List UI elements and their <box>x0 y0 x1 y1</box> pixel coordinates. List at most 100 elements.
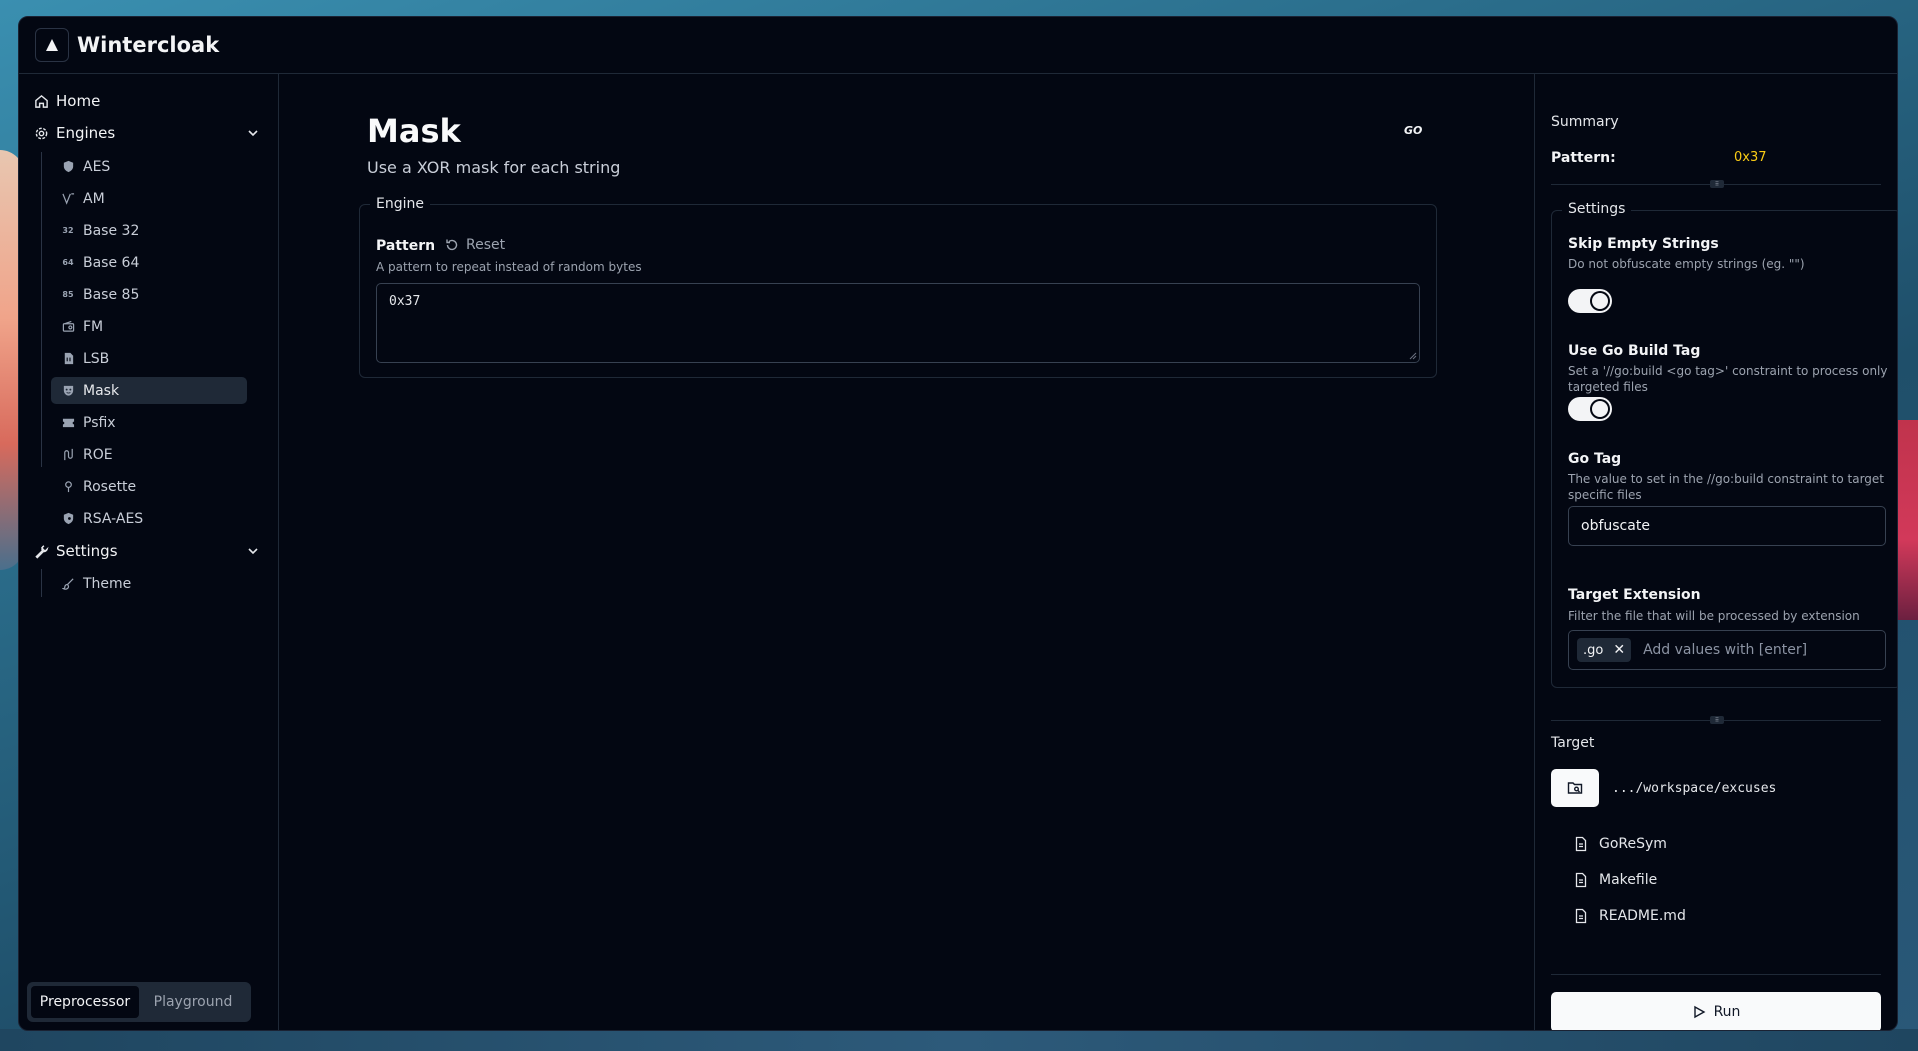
wallpaper-bottom <box>0 1029 1918 1051</box>
summary-pattern-value: 0x37 <box>1734 150 1767 165</box>
settings-fieldset: Settings Skip Empty Strings Do not obfus… <box>1551 201 1897 688</box>
app-title: Wintercloak <box>77 33 220 57</box>
target-extension-input[interactable]: .go ✕ Add values with [enter] <box>1568 630 1886 670</box>
sidebar-item-label: ROE <box>83 446 113 463</box>
target-extension-label: Target Extension <box>1568 587 1701 603</box>
wrench-icon <box>33 543 49 559</box>
browse-folder-button[interactable] <box>1551 769 1599 807</box>
sidebar-item-label: Home <box>56 92 101 110</box>
go-tag-description: The value to set in the //go:build const… <box>1568 472 1885 502</box>
page-title: Mask <box>367 112 461 150</box>
engine-legend: Engine <box>370 196 430 212</box>
sidebar-item-am[interactable]: AM <box>51 185 247 212</box>
extension-chip: .go ✕ <box>1577 638 1632 662</box>
sidebar-item-label: LSB <box>83 350 110 367</box>
mode-playground-button[interactable]: Playground <box>139 986 247 1018</box>
file-binary-icon <box>61 352 75 366</box>
summary-heading: Summary <box>1551 114 1619 130</box>
sidebar-item-roe[interactable]: ROE <box>51 441 247 468</box>
wallpaper-right <box>1898 420 1918 620</box>
ticket-icon <box>61 416 75 430</box>
sidebar-item-aes[interactable]: AES <box>51 153 247 180</box>
brush-icon <box>61 577 75 591</box>
go-tag-label: Go Tag <box>1568 451 1622 467</box>
target-extension-description: Filter the file that will be processed b… <box>1568 609 1860 623</box>
sidebar-item-label: Base 32 <box>83 222 140 239</box>
file-item[interactable]: GoReSym <box>1573 836 1667 852</box>
sidebar-item-mask[interactable]: Mask <box>51 377 247 404</box>
sidebar-item-base64[interactable]: 64 Base 64 <box>51 249 247 276</box>
go-logo-icon: GO <box>1404 124 1423 137</box>
go-tag-input[interactable]: obfuscate <box>1568 506 1886 546</box>
sidebar-item-base85[interactable]: 85 Base 85 <box>51 281 247 308</box>
pattern-description: A pattern to repeat instead of random by… <box>376 260 642 274</box>
pattern-value: 0x37 <box>389 294 421 309</box>
triangle-logo-icon <box>46 39 58 51</box>
sidebar-item-label: Mask <box>83 382 120 399</box>
sidebar-item-label: Psfix <box>83 414 116 431</box>
mode-preprocessor-button[interactable]: Preprocessor <box>31 986 139 1018</box>
file-icon <box>1575 836 1587 852</box>
extension-placeholder: Add values with [enter] <box>1643 642 1808 658</box>
sidebar-item-lsb[interactable]: LSB <box>51 345 247 372</box>
reset-icon <box>446 239 458 251</box>
base64-icon: 64 <box>62 258 74 267</box>
sidebar-item-label: RSA-AES <box>83 510 144 527</box>
sidebar-item-label: Theme <box>83 575 132 592</box>
file-item[interactable]: README.md <box>1573 908 1686 924</box>
chevron-down-icon <box>248 130 258 137</box>
sidebar-item-label: Rosette <box>83 478 137 495</box>
engine-fieldset: Engine Pattern Reset A pattern to repeat… <box>359 196 1437 378</box>
sidebar-item-label: Base 64 <box>83 254 140 271</box>
build-tag-label: Use Go Build Tag <box>1568 343 1701 359</box>
settings-legend: Settings <box>1562 201 1632 217</box>
mode-switch: Preprocessor Playground <box>27 982 251 1022</box>
sidebar-item-rsa-aes[interactable]: RSA-AES <box>51 505 247 532</box>
app-window: Wintercloak Home Engines AES AM 32 Base … <box>18 16 1898 1031</box>
run-label: Run <box>1713 1004 1741 1020</box>
resize-handle-icon[interactable]: ⠿ <box>1710 716 1724 724</box>
shield-icon <box>61 160 75 174</box>
home-icon <box>33 93 49 109</box>
go-tag-value: obfuscate <box>1581 518 1650 534</box>
folder-search-icon <box>1567 782 1583 794</box>
toggle-knob <box>1590 399 1610 419</box>
app-logo[interactable] <box>35 28 69 62</box>
run-button[interactable]: Run <box>1551 992 1881 1030</box>
sidebar-item-psfix[interactable]: Psfix <box>51 409 247 436</box>
sidebar-item-theme[interactable]: Theme <box>51 570 247 597</box>
sidebar-item-label: FM <box>83 318 104 335</box>
skip-empty-description: Do not obfuscate empty strings (eg. "") <box>1568 257 1805 271</box>
toggle-knob <box>1590 291 1610 311</box>
sidebar-group-engines[interactable]: Engines <box>33 119 262 147</box>
key-shield-icon <box>61 512 75 526</box>
route-icon <box>61 448 75 462</box>
sidebar-item-rosette[interactable]: Rosette <box>51 473 247 500</box>
sidebar-group-settings[interactable]: Settings <box>33 537 262 565</box>
chevron-down-icon <box>248 548 258 555</box>
mask-icon <box>61 384 75 398</box>
play-icon <box>1693 1005 1706 1019</box>
pattern-textarea[interactable]: 0x37 <box>376 283 1420 363</box>
sidebar-item-home[interactable]: Home <box>33 87 262 115</box>
build-tag-description: Set a '//go:build <go tag>' constraint t… <box>1568 364 1888 394</box>
pattern-label: Pattern <box>376 238 436 254</box>
resize-grip-icon[interactable] <box>1409 352 1417 360</box>
file-name: GoReSym <box>1599 836 1667 852</box>
sidebar-item-fm[interactable]: FM <box>51 313 247 340</box>
sidebar-item-label: Base 85 <box>83 286 140 303</box>
file-item[interactable]: Makefile <box>1573 872 1657 888</box>
resize-handle-icon[interactable]: ⠿ <box>1710 180 1724 188</box>
sidebar-item-base32[interactable]: 32 Base 32 <box>51 217 247 244</box>
right-panel: Summary Pattern: 0x37 ⠿ Settings Skip Em… <box>1534 74 1897 1030</box>
skip-empty-toggle[interactable] <box>1568 289 1612 313</box>
reset-button[interactable]: Reset <box>445 237 505 253</box>
chip-label: .go <box>1583 642 1604 658</box>
main-content: Mask Use a XOR mask for each string GO E… <box>279 74 1534 1030</box>
remove-chip-icon[interactable]: ✕ <box>1613 642 1625 658</box>
summary-pattern-key: Pattern: <box>1551 150 1616 166</box>
panel-divider <box>1551 974 1881 975</box>
target-heading: Target <box>1551 735 1595 751</box>
page-subtitle: Use a XOR mask for each string <box>367 158 621 177</box>
build-tag-toggle[interactable] <box>1568 397 1612 421</box>
